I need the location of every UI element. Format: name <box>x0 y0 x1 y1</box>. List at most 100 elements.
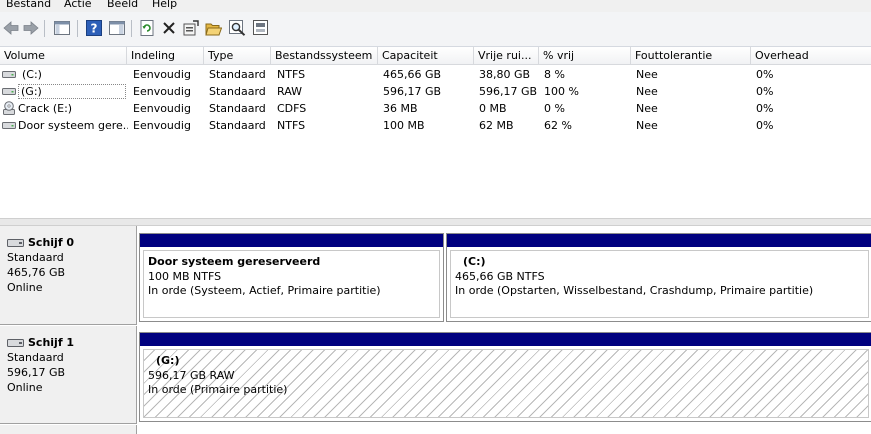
volume-capacity: 36 MB <box>383 102 418 115</box>
volume-fs: NTFS <box>277 119 306 132</box>
column-fouttolerantie[interactable]: Fouttolerantie <box>631 47 751 65</box>
partition-bar <box>140 234 443 247</box>
table-row[interactable]: (G:) Eenvoudig Standaard RAW 596,17 GB 5… <box>0 83 871 100</box>
delete-icon[interactable] <box>160 19 178 37</box>
disk-size: 596,17 GB <box>7 366 66 379</box>
disk-1-label[interactable]: Schijf 1 Standaard 596,17 GB Online <box>0 326 137 424</box>
partition-size: 596,17 GB RAW <box>148 368 235 382</box>
volume-type: Standaard <box>209 119 266 132</box>
volume-fault-tolerance: Nee <box>636 102 658 115</box>
menu-actie[interactable]: Actie <box>64 0 92 11</box>
column-percent-vrij[interactable]: % vrij <box>539 47 631 65</box>
menu-bestand[interactable]: Bestand <box>6 0 51 11</box>
disk-type: Standaard <box>7 351 64 364</box>
column-indeling[interactable]: Indeling <box>127 47 204 65</box>
volume-overhead: 0% <box>756 85 774 98</box>
partition-system-reserved[interactable]: Door systeem gereserveerd 100 MB NTFS In… <box>139 233 444 322</box>
volume-overhead: 0% <box>756 102 774 115</box>
drive-icon <box>2 122 16 129</box>
partition-bar <box>140 333 871 346</box>
disk-size: 465,76 GB <box>7 266 66 279</box>
column-overhead[interactable]: Overhead <box>751 47 871 65</box>
back-arrow-icon[interactable] <box>2 19 20 37</box>
volume-name: Crack (E:) <box>18 102 73 115</box>
disk-name: Schijf 0 <box>28 236 75 249</box>
volume-fs: RAW <box>277 85 302 98</box>
drive-icon <box>2 71 16 78</box>
volume-pct-free: 100 % <box>544 85 579 98</box>
volume-type: Standaard <box>209 68 266 81</box>
table-row[interactable]: Door systeem gere... Eenvoudig Standaard… <box>0 117 871 134</box>
volume-overhead: 0% <box>756 119 774 132</box>
disk-view: Schijf 0 Standaard 465,76 GB Online Door… <box>0 226 871 434</box>
disk-status: Online <box>7 381 43 394</box>
partition-size: 465,66 GB NTFS <box>455 269 545 283</box>
forward-arrow-icon[interactable] <box>22 19 40 37</box>
partition-size: 100 MB NTFS <box>148 269 222 283</box>
column-type[interactable]: Type <box>204 47 271 65</box>
hard-disk-icon <box>7 239 24 247</box>
volume-capacity: 100 MB <box>383 119 425 132</box>
disk-2-label-partial <box>0 425 137 434</box>
volume-capacity: 465,66 GB <box>383 68 442 81</box>
column-bestandssysteem[interactable]: Bestandssysteem <box>271 47 378 65</box>
partition-bar <box>447 234 871 247</box>
volume-fs: CDFS <box>277 102 307 115</box>
partition-status: In orde (Opstarten, Wisselbestand, Crash… <box>455 284 814 297</box>
search-icon[interactable] <box>228 19 246 37</box>
volume-fs: NTFS <box>277 68 306 81</box>
disk-settings-icon[interactable] <box>252 19 270 37</box>
volume-free: 38,80 GB <box>479 68 531 81</box>
pane-splitter[interactable] <box>0 218 871 226</box>
volume-free: 596,17 GB <box>479 85 538 98</box>
volume-layout: Eenvoudig <box>133 119 191 132</box>
disk-type: Standaard <box>7 251 64 264</box>
properties-icon[interactable] <box>182 19 200 37</box>
refresh-icon[interactable] <box>138 19 156 37</box>
disk-0-label[interactable]: Schijf 0 Standaard 465,76 GB Online <box>0 226 137 325</box>
volume-name: (C:) <box>22 68 42 81</box>
volume-list: Volume Indeling Type Bestandssysteem Cap… <box>0 47 871 218</box>
volume-name: (G:) <box>18 84 126 99</box>
cd-drive-icon <box>3 101 15 115</box>
console-tree-icon[interactable] <box>53 19 71 37</box>
menu-beeld[interactable]: Beeld <box>107 0 138 11</box>
volume-overhead: 0% <box>756 68 774 81</box>
partition-title: Door systeem gereserveerd <box>148 255 321 268</box>
table-row[interactable]: (C:) Eenvoudig Standaard NTFS 465,66 GB … <box>0 66 871 83</box>
hard-disk-icon <box>7 339 24 347</box>
volume-fault-tolerance: Nee <box>636 119 658 132</box>
column-volume[interactable]: Volume <box>0 47 127 65</box>
column-vrije-ruimte[interactable]: Vrije rui... <box>474 47 539 65</box>
volume-free: 62 MB <box>479 119 514 132</box>
open-folder-icon[interactable] <box>204 19 222 37</box>
menu-help[interactable]: Help <box>152 0 177 11</box>
volume-layout: Eenvoudig <box>133 102 191 115</box>
help-icon[interactable]: ? <box>85 19 103 37</box>
volume-capacity: 596,17 GB <box>383 85 442 98</box>
volume-name: Door systeem gere... <box>18 119 128 132</box>
volume-fault-tolerance: Nee <box>636 85 658 98</box>
volume-layout: Eenvoudig <box>133 68 191 81</box>
svg-text:?: ? <box>91 22 98 36</box>
volume-layout: Eenvoudig <box>133 85 191 98</box>
volume-type: Standaard <box>209 85 266 98</box>
partition-g[interactable]: (G:) 596,17 GB RAW In orde (Primaire par… <box>139 332 871 422</box>
partition-status: In orde (Primaire partitie) <box>148 383 288 396</box>
volume-pct-free: 62 % <box>544 119 572 132</box>
volume-pct-free: 8 % <box>544 68 565 81</box>
toolbar: ? <box>0 12 871 47</box>
partition-c[interactable]: (C:) 465,66 GB NTFS In orde (Opstarten, … <box>446 233 871 322</box>
drive-icon <box>2 88 16 95</box>
table-row[interactable]: Crack (E:) Eenvoudig Standaard CDFS 36 M… <box>0 100 871 117</box>
menu-bar: Bestand Actie Beeld Help <box>0 0 871 12</box>
column-header: Volume Indeling Type Bestandssysteem Cap… <box>0 47 871 65</box>
partition-title: (G:) <box>156 354 180 367</box>
column-capaciteit[interactable]: Capaciteit <box>378 47 474 65</box>
volume-pct-free: 0 % <box>544 102 565 115</box>
disk-name: Schijf 1 <box>28 336 75 349</box>
partition-title: (C:) <box>463 255 486 268</box>
action-pane-icon[interactable] <box>108 19 126 37</box>
partition-status: In orde (Systeem, Actief, Primaire parti… <box>148 284 381 297</box>
volume-fault-tolerance: Nee <box>636 68 658 81</box>
